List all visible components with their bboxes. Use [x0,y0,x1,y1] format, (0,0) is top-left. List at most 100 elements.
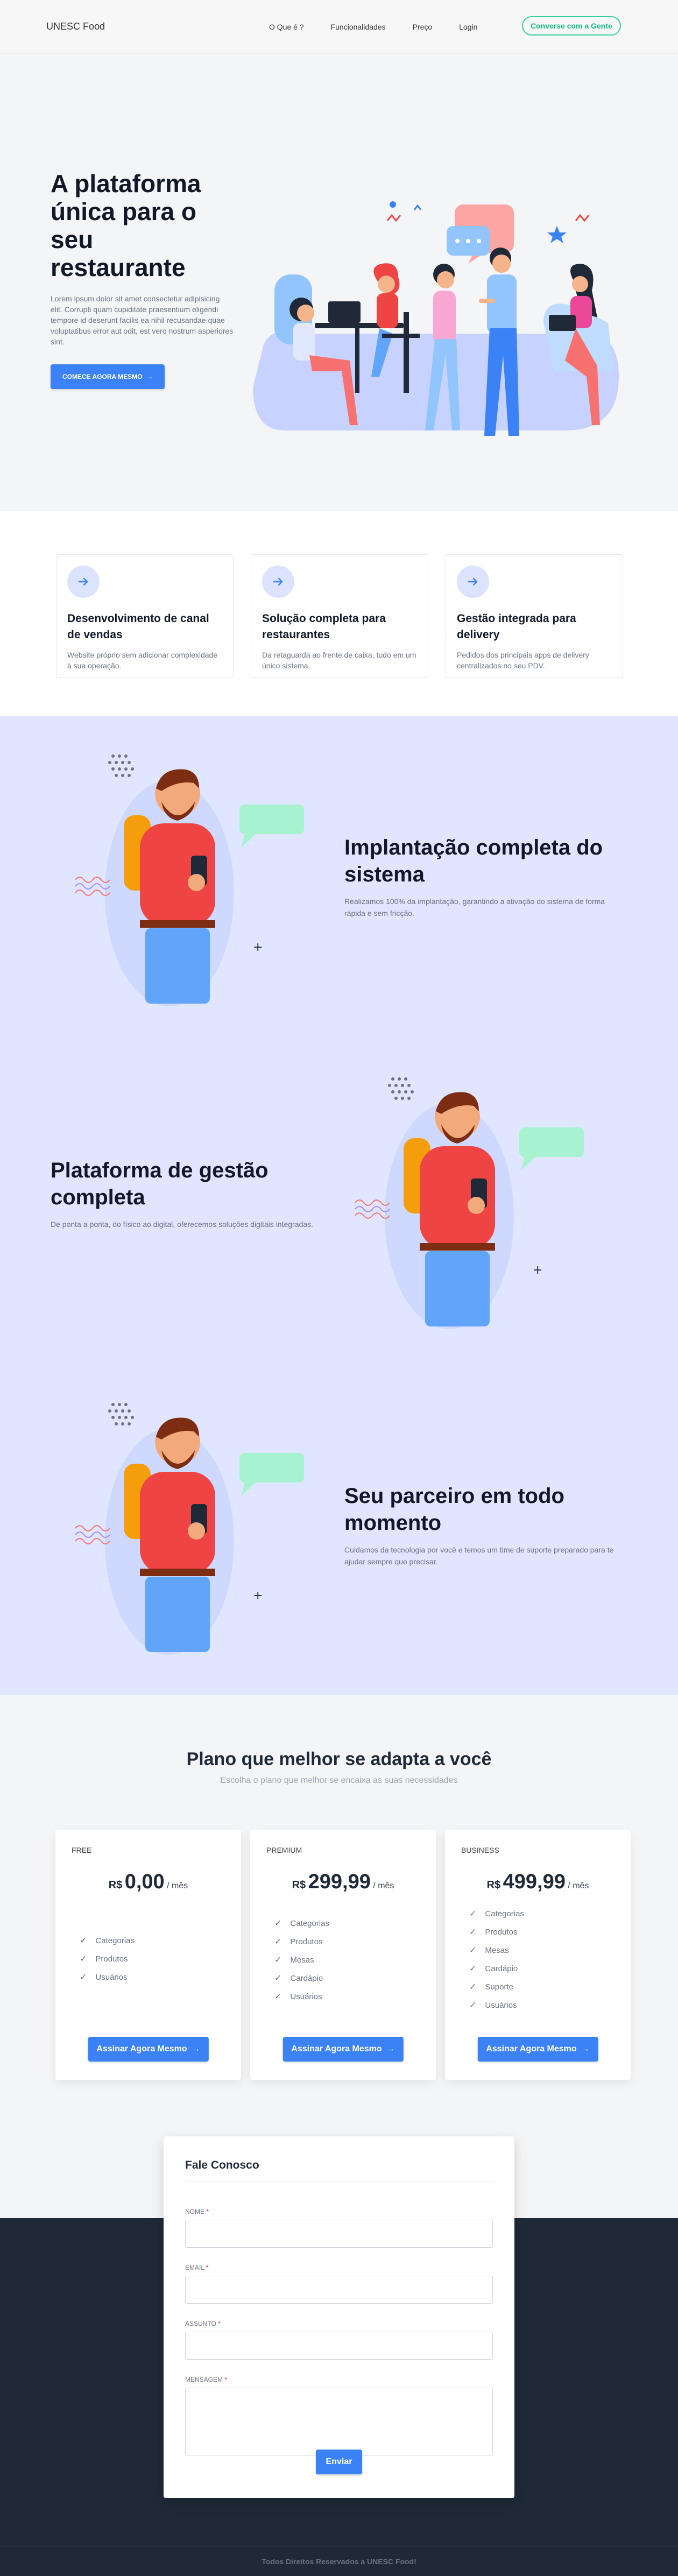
hero-section: A plataforma única para o seu restaurant… [0,54,678,511]
plan-feature: Mesas [290,1955,314,1965]
check-icon: ✓ [469,1928,477,1937]
email-field[interactable] [185,2276,493,2304]
list-item: ✓ Cardápio [469,1959,615,1978]
name-field[interactable] [185,2220,493,2248]
plan-name: BUSINESS [461,1846,499,1854]
list-item: ✓ Produtos [274,1932,420,1951]
plan-amount: 499,99 [503,1871,566,1893]
check-icon: ✓ [274,1937,282,1946]
nav-link-o-que-e[interactable]: O Que é ? [269,23,304,31]
check-icon: ✓ [469,1964,477,1973]
plan-name: FREE [72,1846,92,1854]
contact-title: Fale Conosco [185,2159,493,2182]
showcase-title: Implantação completa do sistema [344,836,603,886]
plan-features: ✓ Categorias ✓ Produtos ✓ Usuários [80,1931,225,1986]
plan-currency: R$ [486,1879,501,1891]
contact-cta-button[interactable]: Converse com a Gente [522,16,621,36]
plan-feature: Cardápio [290,1973,323,1983]
arrow-right-icon: → [386,2044,395,2053]
send-button[interactable]: Enviar [316,2450,362,2474]
plan-currency: R$ [292,1879,306,1891]
required-mark: * [206,2264,209,2271]
showcase-description: De ponta a ponta, do físico ao digital, … [51,1220,313,1229]
contact-form: Fale Conosco NOME * EMAIL * ASSUNTO * ME… [164,2136,514,2498]
plan-feature: Produtos [485,1927,518,1937]
arrow-right-icon [67,566,100,598]
hero-description: Lorem ipsum dolor sit amet consectetur a… [51,294,234,346]
arrow-right-icon [262,566,294,598]
plan-feature: Usuários [290,1992,322,2001]
subject-label: ASSUNTO * [185,2320,493,2327]
man-with-phone-illustration: + [355,1077,584,1329]
start-now-button[interactable]: COMECE AGORA MESMO → [51,364,165,389]
plan-features: ✓ Categorias ✓ Produtos ✓ Mesas ✓ Cardápio ✓… [469,1904,615,2014]
email-label: EMAIL * [185,2264,493,2271]
required-mark: * [218,2320,221,2327]
footer-copyright: Todos Direitos Reservados a UNESC Food! [262,2557,416,2566]
list-item: ✓ Suporte [469,1978,615,1996]
check-icon: ✓ [469,1982,477,1992]
showcase-item: Implantação completa do sistema Realizam… [344,834,624,919]
subscribe-label: Assinar Agora Mesmo [486,2044,577,2053]
list-item: ✓ Cardápio [274,1969,420,1987]
plan-card-premium: PREMIUM R$ 299,99 / mês ✓ Categorias ✓ Pro… [250,1830,436,2080]
plan-feature: Mesas [485,1945,509,1955]
plan-feature: Usuários [95,1972,128,1982]
email-label-text: EMAIL [185,2264,204,2271]
pricing-subtitle: Escolha o plano que melhor se encaixa as… [220,1776,458,1785]
check-icon: ✓ [274,1974,282,1983]
plan-card-free: FREE R$ 0,00 / mês ✓ Categorias ✓ Produtos… [55,1830,241,2080]
subscribe-label: Assinar Agora Mesmo [96,2044,187,2053]
brand-logo[interactable]: UNESC Food [46,21,105,32]
feature-card[interactable]: Desenvolvimento de canal de vendas Websi… [56,554,234,678]
list-item: ✓ Categorias [274,1914,420,1932]
subscribe-button-premium[interactable]: Assinar Agora Mesmo → [282,2037,404,2062]
feature-card[interactable]: Solução completa para restaurantes Da re… [251,554,428,678]
subscribe-button-free[interactable]: Assinar Agora Mesmo → [88,2037,209,2062]
feature-description: Website próprio sem adicionar complexida… [67,651,218,670]
showcase-description: Cuidamos da tecnologia por você e temos … [344,1545,614,1566]
svg-text:+: + [253,941,263,954]
subject-field[interactable] [185,2332,493,2360]
plan-feature: Produtos [290,1937,323,1946]
message-field[interactable] [185,2388,493,2455]
nav-link-funcionalidades[interactable]: Funcionalidades [331,23,386,31]
pricing-title: Plano que melhor se adapta a você [186,1749,492,1769]
plan-card-business: BUSINESS R$ 499,99 / mês ✓ Categorias ✓ Pr… [445,1830,631,2080]
showcase-item: Plataforma de gestão completa De ponta a… [51,1157,352,1230]
check-icon: ✓ [469,2001,477,2010]
arrow-right-icon: → [191,2044,200,2053]
check-icon: ✓ [80,1936,87,1945]
nav-link-preco[interactable]: Preço [413,23,433,31]
check-icon: ✓ [274,1992,282,2001]
name-label: NOME * [185,2208,493,2215]
features-section: Desenvolvimento de canal de vendas Websi… [0,511,678,716]
list-item: ✓ Mesas [469,1941,615,1959]
top-navbar: UNESC Food O Que é ? Funcionalidades Pre… [0,0,678,54]
plan-price: R$ 0,00 / mês [72,1871,225,1894]
plan-period: / mês [373,1881,394,1890]
feature-description: Pedidos dos principais apps de delivery … [457,651,589,670]
name-label-text: NOME [185,2208,204,2215]
check-icon: ✓ [469,1946,477,1955]
list-item: ✓ Categorias [469,1904,615,1923]
plan-feature: Produtos [95,1954,128,1964]
feature-title: Solução completa para restaurantes [262,612,386,641]
plan-amount: 0,00 [124,1871,165,1893]
man-with-phone-illustration: + [75,754,304,1006]
nav-link-login[interactable]: Login [459,23,477,31]
showcase-description: Realizamos 100% da implantação, garantin… [344,897,605,918]
feature-card[interactable]: Gestão integrada para delivery Pedidos d… [446,554,623,678]
hero-text: A plataforma única para o seu restaurant… [51,170,234,389]
showcase-item: Seu parceiro em todo momento Cuidamos da… [344,1483,624,1568]
subscribe-label: Assinar Agora Mesmo [291,2044,382,2053]
feature-title: Desenvolvimento de canal de vendas [67,612,209,641]
contact-section: Fale Conosco NOME * EMAIL * ASSUNTO * ME… [0,2136,678,2576]
showcase-section: + Implantação completa do sistema Realiz… [0,716,678,1695]
hero-title: A plataforma única para o seu restaurant… [51,170,201,281]
svg-text:+: + [533,1264,542,1277]
subscribe-button-business[interactable]: Assinar Agora Mesmo → [477,2037,598,2062]
message-label-text: MENSAGEM [185,2376,223,2383]
showcase-title: Plataforma de gestão completa [51,1159,269,1209]
svg-text:+: + [253,1589,263,1603]
